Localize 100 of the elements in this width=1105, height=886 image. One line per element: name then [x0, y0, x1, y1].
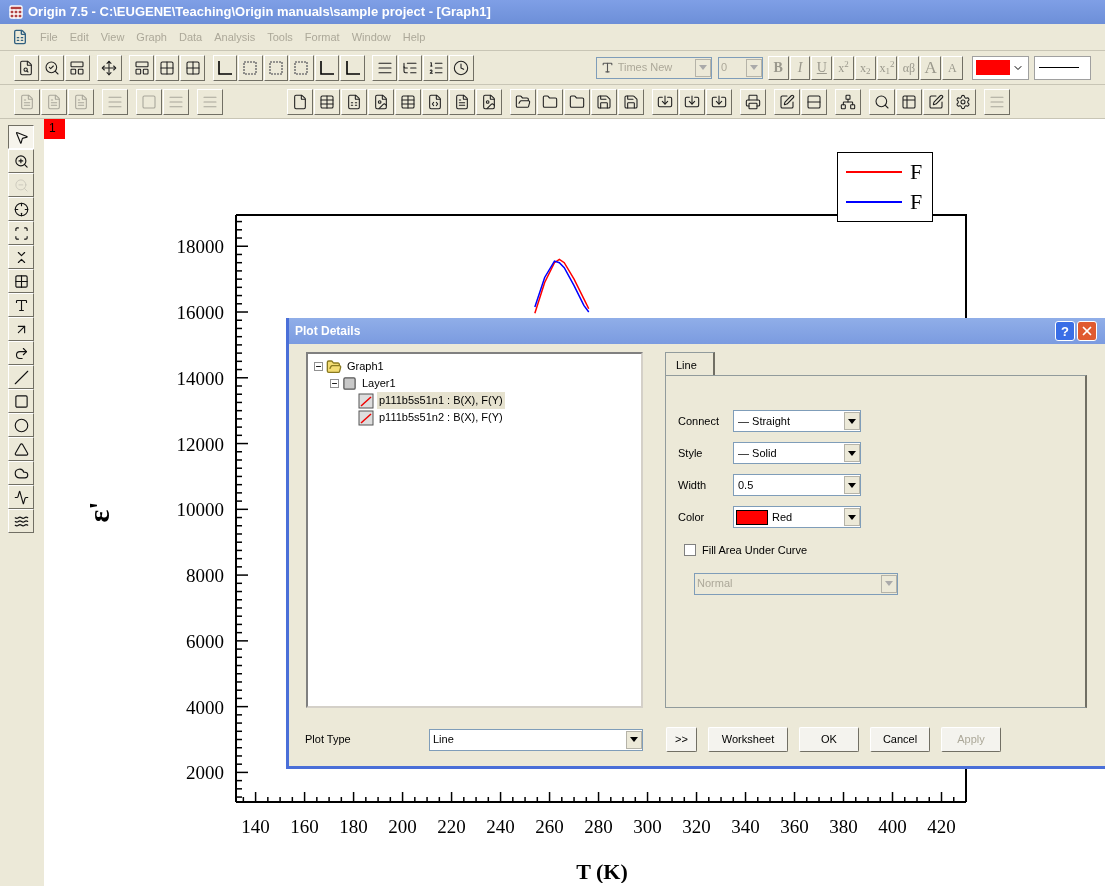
checkbox[interactable] — [684, 544, 696, 557]
font-name: Times New — [617, 60, 673, 76]
tree-item[interactable]: Layer1 — [360, 375, 398, 392]
notes-page-icon — [454, 93, 470, 110]
shape-icon — [141, 93, 157, 110]
toolbar-button[interactable] — [923, 88, 949, 115]
size-dropdown[interactable]: 0 — [717, 56, 764, 79]
dialog-title: Plot Details — [295, 323, 361, 340]
toolbar-button[interactable] — [950, 88, 976, 115]
y-tick-label: 8000 — [186, 565, 224, 587]
x-axis-title: T (K) — [576, 859, 628, 883]
plot-type-dropdown[interactable]: Line — [429, 728, 643, 751]
toolbar-button[interactable] — [774, 88, 800, 115]
toolbar-button[interactable] — [510, 88, 536, 115]
tree-item[interactable]: p111b5s51n2 : B(X), F(Y) — [377, 409, 505, 426]
x-tick-label: 340 — [731, 816, 760, 837]
tree-item[interactable]: Graph1 — [345, 358, 386, 375]
dropdown-field[interactable]: — Solid — [733, 442, 861, 464]
field-label: Color — [678, 509, 706, 525]
toolbar-button[interactable] — [154, 54, 180, 81]
window-title: Origin 7.5 - C:\EUGENE\Teaching\Origin manuals\sample project - [Graph1] — [28, 3, 491, 22]
y-tick-label: 16000 — [176, 302, 224, 323]
close-icon — [1080, 324, 1094, 338]
tree-item[interactable]: p111b5s51n1 : B(X), F(Y) — [377, 392, 505, 409]
toolbar-button[interactable] — [537, 88, 563, 115]
layer-badge[interactable]: 1 — [44, 119, 65, 139]
dropdown-field[interactable]: Red — [733, 506, 861, 528]
toolbar-button[interactable] — [706, 88, 732, 115]
toolbar-button[interactable] — [212, 54, 238, 81]
toolbar-button[interactable] — [314, 88, 340, 115]
collapse-toggle-icon[interactable] — [330, 379, 339, 388]
toolbar-button[interactable] — [129, 54, 154, 81]
toolbar-button[interactable] — [449, 54, 474, 81]
checkbox-label: Fill Area Under Curve — [702, 543, 808, 558]
toolbar-button[interactable] — [340, 54, 365, 81]
hierarchy-icon — [840, 93, 856, 110]
toolbar-button[interactable] — [372, 54, 397, 81]
toolbar-button[interactable] — [679, 88, 705, 115]
font-dropdown[interactable]: Times New — [595, 56, 713, 79]
tool-button[interactable] — [8, 125, 34, 149]
toolbar-button[interactable] — [14, 54, 39, 81]
document-icon[interactable] — [12, 29, 28, 45]
plot-icon — [358, 392, 374, 409]
toolbar-button[interactable] — [896, 88, 922, 115]
x-tick-label: 320 — [682, 816, 711, 837]
toolbar-button[interactable] — [395, 88, 421, 115]
toolbar-button[interactable] — [835, 88, 861, 115]
dropdown-field[interactable]: — Straight — [733, 410, 861, 432]
folder-icon — [569, 93, 585, 110]
document-icon — [73, 93, 89, 110]
window-icon — [69, 59, 86, 76]
clock-icon — [453, 59, 470, 76]
dropdown-field[interactable]: 0.5 — [733, 474, 861, 496]
x-tick-label: 200 — [388, 816, 417, 837]
y-tick-label: 2000 — [186, 762, 224, 784]
toolbar-button[interactable] — [65, 54, 90, 81]
dialog-button[interactable]: Cancel — [870, 727, 930, 752]
blank-page-icon — [292, 93, 308, 110]
dialog-button[interactable]: >> — [666, 727, 697, 752]
toolbar-button[interactable] — [368, 88, 394, 115]
table-icon — [901, 93, 917, 110]
field-value: Line — [433, 732, 454, 748]
toolbar-button[interactable] — [564, 88, 590, 115]
document-icon — [19, 93, 35, 110]
toolbar-button[interactable] — [287, 88, 313, 115]
toolbar-button[interactable] — [740, 88, 766, 115]
close-button[interactable] — [1077, 321, 1097, 341]
axis-frame-icon — [267, 59, 284, 76]
toolbar-button[interactable] — [476, 88, 502, 115]
save-icon — [623, 93, 639, 110]
y-tick-label: 14000 — [176, 367, 224, 389]
toolbar-button[interactable] — [397, 54, 423, 81]
line-style-picker[interactable] — [1034, 55, 1091, 80]
tab[interactable]: Line — [665, 352, 715, 375]
toolbar-button[interactable] — [618, 88, 644, 115]
y-tick-label: 4000 — [186, 696, 224, 718]
collapse-toggle-icon[interactable] — [314, 362, 323, 371]
toolbar-button[interactable] — [180, 54, 205, 81]
dialog-button[interactable]: OK — [799, 727, 859, 752]
x-tick-label: 140 — [241, 816, 270, 837]
axis-frame-icon — [319, 59, 335, 76]
x-tick-label: 280 — [584, 816, 613, 837]
toolbar-button[interactable] — [97, 54, 122, 81]
toolbar-button[interactable] — [423, 54, 448, 81]
toolbar-button[interactable] — [314, 54, 340, 81]
legend-label: F — [910, 159, 923, 185]
dialog-button[interactable]: Worksheet — [708, 727, 788, 752]
toolbar-button[interactable] — [591, 88, 617, 115]
toolbar-button[interactable] — [652, 88, 678, 115]
toolbar-button[interactable] — [341, 88, 367, 115]
help-button[interactable]: ? — [1055, 321, 1075, 341]
toolbar-button[interactable] — [869, 88, 895, 115]
edit-icon — [928, 93, 944, 110]
field-value: 0.5 — [738, 477, 754, 493]
toolbar-button[interactable] — [39, 54, 65, 81]
toolbar-button[interactable] — [449, 88, 475, 115]
color-picker[interactable] — [972, 55, 1030, 80]
rows-icon — [806, 93, 822, 110]
toolbar-button[interactable] — [422, 88, 448, 115]
app-icon — [8, 4, 24, 20]
